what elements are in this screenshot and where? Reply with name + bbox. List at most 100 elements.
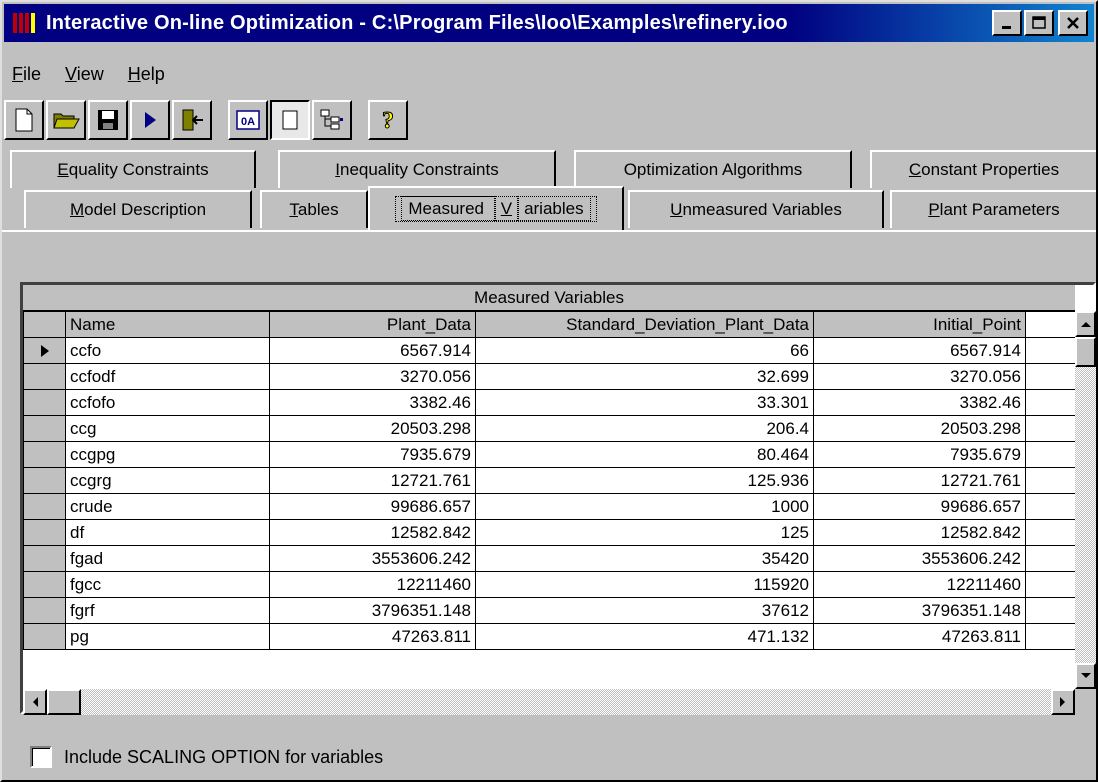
horizontal-scroll-thumb[interactable]: [47, 689, 81, 715]
cell-name[interactable]: ccgpg: [65, 441, 270, 468]
tree-view-button[interactable]: [312, 100, 352, 140]
table-row[interactable]: ccgpg 7935.679 80.464 7935.679: [23, 441, 1076, 468]
table-row[interactable]: ccgrg 12721.761 125.936 12721.761: [23, 467, 1076, 494]
help-button[interactable]: ?: [368, 100, 408, 140]
cell-name[interactable]: ccfo: [65, 337, 270, 364]
measured-variables-grid[interactable]: Measured Variables Name Plant_Data Stand…: [20, 282, 1096, 715]
cell-std-deviation[interactable]: 115920: [475, 571, 814, 598]
cell-name[interactable]: fgad: [65, 545, 270, 572]
row-indicator[interactable]: [23, 545, 66, 572]
cell-std-deviation[interactable]: 206.4: [475, 415, 814, 442]
tab-equality-constraints[interactable]: Equality Constraints: [10, 150, 256, 188]
scroll-left-button[interactable]: [23, 689, 47, 715]
cell-plant-data[interactable]: 3270.056: [269, 363, 476, 390]
row-indicator[interactable]: [23, 597, 66, 624]
cell-plant-data[interactable]: 47263.811: [269, 623, 476, 650]
table-row[interactable]: ccg 20503.298 206.4 20503.298: [23, 415, 1076, 442]
cell-std-deviation[interactable]: 35420: [475, 545, 814, 572]
row-indicator[interactable]: [23, 363, 66, 390]
cell-plant-data[interactable]: 7935.679: [269, 441, 476, 468]
tab-optimization-algorithms[interactable]: Optimization Algorithms: [574, 150, 852, 188]
cell-plant-data[interactable]: 20503.298: [269, 415, 476, 442]
cell-name[interactable]: ccfodf: [65, 363, 270, 390]
cell-std-deviation[interactable]: 33.301: [475, 389, 814, 416]
page-view-button[interactable]: [270, 100, 310, 140]
cell-initial-point[interactable]: 99686.657: [813, 493, 1026, 520]
row-indicator[interactable]: [23, 337, 66, 364]
cell-name[interactable]: fgrf: [65, 597, 270, 624]
menu-view[interactable]: View: [53, 64, 116, 85]
save-button[interactable]: [88, 100, 128, 140]
app-icon[interactable]: [12, 10, 42, 36]
row-indicator[interactable]: [23, 467, 66, 494]
cell-plant-data[interactable]: 12721.761: [269, 467, 476, 494]
row-indicator[interactable]: [23, 571, 66, 598]
scroll-down-button[interactable]: [1075, 663, 1096, 689]
table-row[interactable]: ccfodf 3270.056 32.699 3270.056: [23, 363, 1076, 390]
table-row[interactable]: ccfofo 3382.46 33.301 3382.46: [23, 389, 1076, 416]
cell-initial-point[interactable]: 7935.679: [813, 441, 1026, 468]
table-row[interactable]: pg 47263.811 471.132 47263.811: [23, 623, 1076, 650]
table-row[interactable]: fgad 3553606.242 35420 3553606.242: [23, 545, 1076, 572]
cell-name[interactable]: df: [65, 519, 270, 546]
row-indicator[interactable]: [23, 389, 66, 416]
cell-std-deviation[interactable]: 80.464: [475, 441, 814, 468]
run-button[interactable]: [130, 100, 170, 140]
table-row[interactable]: ccfo 6567.914 66 6567.914: [23, 337, 1076, 364]
table-row[interactable]: fgrf 3796351.148 37612 3796351.148: [23, 597, 1076, 624]
scaling-checkbox[interactable]: [30, 746, 52, 768]
tab-plant-parameters[interactable]: Plant Parameters: [890, 190, 1096, 228]
table-row[interactable]: fgcc 12211460 115920 12211460: [23, 571, 1076, 598]
cell-initial-point[interactable]: 3553606.242: [813, 545, 1026, 572]
cell-initial-point[interactable]: 6567.914: [813, 337, 1026, 364]
cell-plant-data[interactable]: 3553606.242: [269, 545, 476, 572]
minimize-button[interactable]: [992, 10, 1022, 36]
menu-help[interactable]: Help: [116, 64, 177, 85]
new-button[interactable]: [4, 100, 44, 140]
exit-button[interactable]: [172, 100, 212, 140]
scroll-right-button[interactable]: [1051, 689, 1075, 715]
close-button[interactable]: [1058, 10, 1088, 36]
cell-name[interactable]: ccfofo: [65, 389, 270, 416]
maximize-button[interactable]: [1024, 10, 1054, 36]
horizontal-scrollbar[interactable]: [23, 689, 1096, 715]
vertical-scroll-thumb[interactable]: [1075, 337, 1096, 367]
row-indicator[interactable]: [23, 519, 66, 546]
column-header-plant-data[interactable]: Plant_Data: [269, 311, 476, 338]
cell-std-deviation[interactable]: 125: [475, 519, 814, 546]
cell-std-deviation[interactable]: 471.132: [475, 623, 814, 650]
cell-plant-data[interactable]: 99686.657: [269, 493, 476, 520]
vertical-scrollbar[interactable]: [1075, 311, 1096, 689]
cell-initial-point[interactable]: 3270.056: [813, 363, 1026, 390]
cell-std-deviation[interactable]: 37612: [475, 597, 814, 624]
menu-file[interactable]: File: [4, 64, 53, 85]
tab-inequality-constraints[interactable]: Inequality Constraints: [278, 150, 556, 188]
table-row[interactable]: df 12582.842 125 12582.842: [23, 519, 1076, 546]
cell-plant-data[interactable]: 12582.842: [269, 519, 476, 546]
row-indicator[interactable]: [23, 441, 66, 468]
cell-name[interactable]: ccg: [65, 415, 270, 442]
row-indicator[interactable]: [23, 415, 66, 442]
cell-initial-point[interactable]: 12211460: [813, 571, 1026, 598]
row-indicator[interactable]: [23, 493, 66, 520]
cell-plant-data[interactable]: 12211460: [269, 571, 476, 598]
cell-plant-data[interactable]: 6567.914: [269, 337, 476, 364]
cell-std-deviation[interactable]: 66: [475, 337, 814, 364]
scaling-option[interactable]: Include SCALING OPTION for variables: [30, 746, 383, 768]
tab-measured-variables[interactable]: Measured Variables: [368, 186, 624, 230]
cell-name[interactable]: ccgrg: [65, 467, 270, 494]
cell-plant-data[interactable]: 3796351.148: [269, 597, 476, 624]
tab-tables[interactable]: Tables: [260, 190, 368, 228]
cell-name[interactable]: fgcc: [65, 571, 270, 598]
cell-std-deviation[interactable]: 32.699: [475, 363, 814, 390]
cell-initial-point[interactable]: 3382.46: [813, 389, 1026, 416]
cell-std-deviation[interactable]: 125.936: [475, 467, 814, 494]
cell-initial-point[interactable]: 47263.811: [813, 623, 1026, 650]
column-header-initial-point[interactable]: Initial_Point: [813, 311, 1026, 338]
cell-std-deviation[interactable]: 1000: [475, 493, 814, 520]
column-header-std-deviation[interactable]: Standard_Deviation_Plant_Data: [475, 311, 814, 338]
tab-model-description[interactable]: Model Description: [24, 190, 252, 228]
open-button[interactable]: [46, 100, 86, 140]
cell-initial-point[interactable]: 12582.842: [813, 519, 1026, 546]
cell-plant-data[interactable]: 3382.46: [269, 389, 476, 416]
